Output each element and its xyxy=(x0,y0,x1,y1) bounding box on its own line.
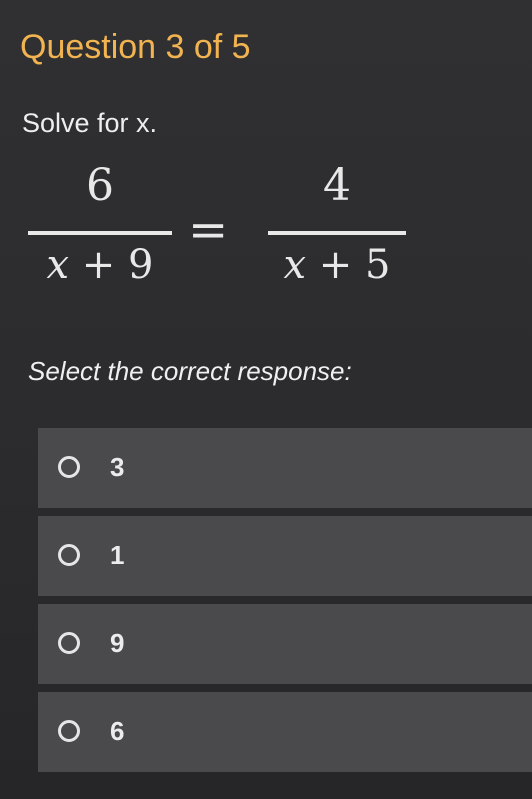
left-fraction-bar xyxy=(28,231,172,235)
question-prompt: Solve for x. xyxy=(22,108,158,138)
response-instruction: Select the correct response: xyxy=(28,356,352,386)
answer-option-label: 3 xyxy=(110,452,125,482)
radio-button-icon[interactable] xyxy=(58,544,80,566)
answer-option-label: 1 xyxy=(110,540,125,570)
answer-option-label: 6 xyxy=(110,716,125,746)
right-denominator-constant: + 5 xyxy=(306,242,391,288)
question-counter: Question 3 of 5 xyxy=(20,28,251,66)
right-fraction-bar xyxy=(268,231,406,235)
answer-option[interactable]: 9 xyxy=(38,604,532,684)
radio-button-icon[interactable] xyxy=(58,632,80,654)
answer-option[interactable]: 1 xyxy=(38,516,532,596)
answer-option[interactable]: 6 xyxy=(38,692,532,772)
equation: 6 x + 9 = 4 x + 5 xyxy=(24,160,424,310)
right-denominator-variable: x xyxy=(283,242,307,288)
answer-option-label: 9 xyxy=(110,628,125,658)
answer-option[interactable]: 3 xyxy=(38,428,532,508)
right-denominator: x + 5 xyxy=(268,242,406,288)
left-numerator: 6 xyxy=(86,160,114,211)
left-denominator-variable: x xyxy=(46,242,70,288)
left-denominator-constant: + 9 xyxy=(69,242,154,288)
radio-button-icon[interactable] xyxy=(58,456,80,478)
right-numerator: 4 xyxy=(323,160,351,211)
equals-sign: = xyxy=(188,202,229,258)
left-denominator: x + 9 xyxy=(28,242,172,288)
radio-button-icon[interactable] xyxy=(58,720,80,742)
question-header: Question 3 of 5 xyxy=(0,0,532,92)
